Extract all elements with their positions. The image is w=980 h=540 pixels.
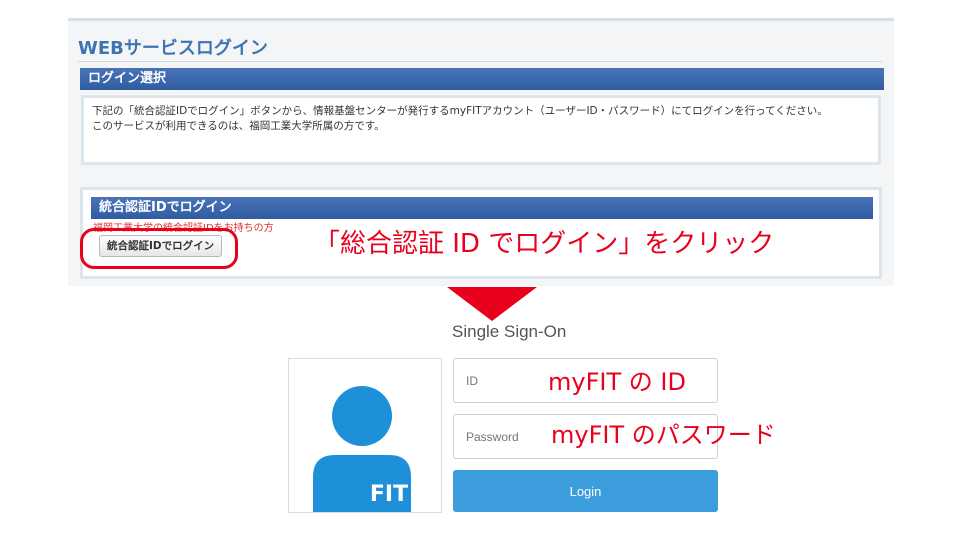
section-heading-login-select: ログイン選択 xyxy=(80,68,884,90)
page-title: WEBサービスログイン xyxy=(78,38,268,59)
password-hint-callout: myFIT のパスワード xyxy=(551,421,776,449)
fit-logo-text: FIT xyxy=(370,482,408,507)
fit-avatar-logo: FIT xyxy=(288,358,442,513)
description-line-1: 下記の「統合認証IDでログイン」ボタンから、情報基盤センターが発行するmyFIT… xyxy=(92,105,828,117)
login-button[interactable]: Login xyxy=(453,470,718,512)
description-line-2: このサービスが利用できるのは、福岡工業大学所属の方です。 xyxy=(92,119,385,132)
highlight-circle xyxy=(80,228,238,269)
user-avatar-icon: FIT xyxy=(313,386,411,512)
click-instruction-callout: 「総合認証 ID でログイン」をクリック xyxy=(314,229,775,259)
id-hint-callout: myFIT の ID xyxy=(548,368,686,396)
sso-title: Single Sign-On xyxy=(452,322,567,341)
title-divider xyxy=(78,61,882,62)
login-select-description: 下記の「統合認証IDでログイン」ボタンから、情報基盤センターが発行するmyFIT… xyxy=(81,95,881,165)
down-arrow-icon xyxy=(447,287,537,321)
section-heading-integrated-id: 統合認証IDでログイン xyxy=(91,197,873,219)
